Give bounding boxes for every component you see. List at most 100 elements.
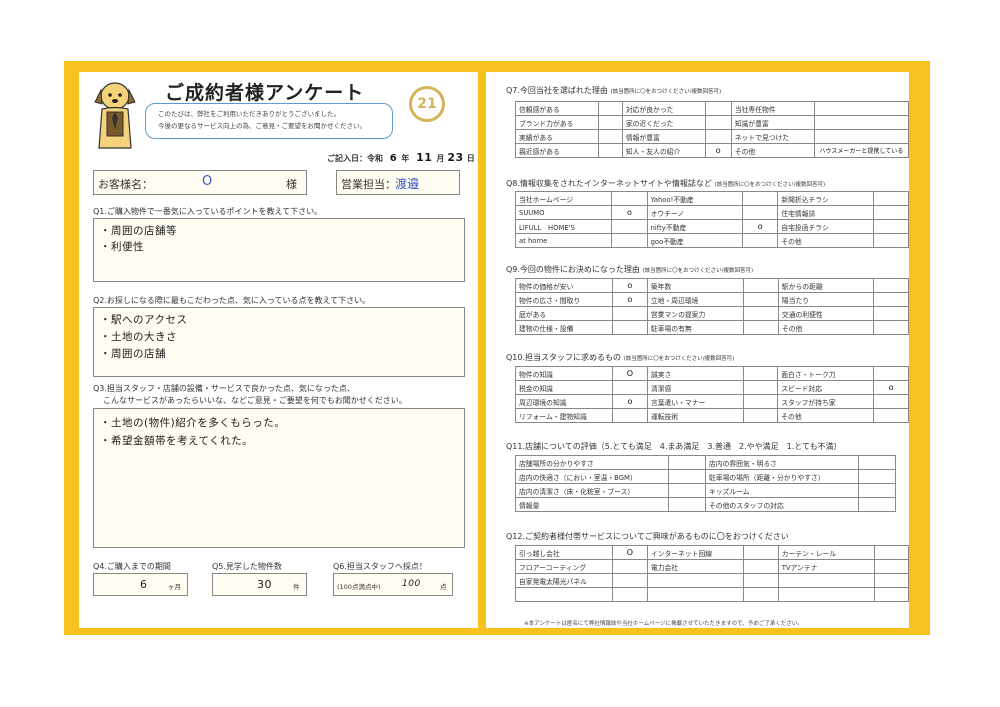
q9-option-mark[interactable]: o xyxy=(611,292,648,307)
q12-option-mark[interactable] xyxy=(743,545,779,560)
q8-option-mark[interactable] xyxy=(873,191,909,206)
q3-answer-box[interactable]: ・土地の(物件)紹介を多くもらった。 ・希望金額帯を考えてくれた。 xyxy=(93,408,465,548)
q7-option-label: ネットで見つけた xyxy=(730,129,815,144)
q5-value: 30 xyxy=(257,578,272,591)
q12-option-label: フロアーコーティング xyxy=(515,559,613,574)
q12-option-mark[interactable]: O xyxy=(611,545,648,560)
q7-option-mark[interactable] xyxy=(813,115,910,130)
q10-option-mark[interactable] xyxy=(873,394,909,409)
q9-option-mark[interactable] xyxy=(873,278,909,293)
q1-answer-box[interactable]: ・周囲の店舗等 ・利便性 xyxy=(93,218,465,282)
greeting-line-1: このたびは、弊社をご利用いただきありがとうございました。 xyxy=(158,110,340,118)
q11-option-mark[interactable] xyxy=(668,455,706,470)
q12-option-label: インターネット回線 xyxy=(646,545,745,560)
q10-option-mark[interactable] xyxy=(611,380,648,395)
q12-option-mark[interactable] xyxy=(611,559,648,574)
q2-question: Q2.お探しになる際に最もこだわった点、気に入っている点を教えて下さい。 xyxy=(93,296,371,305)
customer-name-field[interactable]: お客様名： O 様 xyxy=(93,170,307,195)
q8-option-mark[interactable] xyxy=(742,191,779,206)
q10-option-mark[interactable]: o xyxy=(873,380,909,395)
q9-option-mark[interactable] xyxy=(743,320,779,335)
greeting-line-2: 今後の更なるサービス向上の為、ご意見・ご要望をお聞かせください。 xyxy=(158,122,366,130)
q8-option-mark[interactable] xyxy=(611,233,648,248)
q12-option-label: 自家発電太陽光パネル xyxy=(515,573,613,588)
q11-option-mark[interactable] xyxy=(858,497,896,512)
q7-option-mark[interactable] xyxy=(597,115,623,130)
q8-option-mark[interactable] xyxy=(611,219,648,234)
q9-option-mark[interactable] xyxy=(743,306,779,321)
q12-option-mark[interactable] xyxy=(743,559,779,574)
q10-option-mark[interactable] xyxy=(873,366,909,381)
q11-option-label: 店内の雰囲気・明るさ xyxy=(705,455,859,470)
q10-option-mark[interactable]: o xyxy=(611,394,648,409)
q5-answer-box[interactable]: 30 件 xyxy=(212,573,307,596)
q9-option-mark[interactable] xyxy=(873,292,909,307)
q9-option-mark[interactable] xyxy=(743,292,779,307)
q10-option-label: 誠実さ xyxy=(646,366,744,381)
q6-answer-box[interactable]: (100点満点中) 100 点 xyxy=(333,573,453,596)
q9-option-label: 交通の利便性 xyxy=(777,306,875,321)
q9-option-mark[interactable] xyxy=(611,320,648,335)
q10-option-mark[interactable] xyxy=(873,408,909,423)
q9-option-mark[interactable]: o xyxy=(611,278,648,293)
q9-option-mark[interactable] xyxy=(743,278,779,293)
q8-option-mark[interactable] xyxy=(873,219,909,234)
q10-option-mark[interactable] xyxy=(611,408,648,423)
q8-option-mark[interactable]: o xyxy=(611,205,648,220)
q7-option-mark[interactable] xyxy=(813,101,910,116)
q10-option-mark[interactable] xyxy=(742,408,779,423)
q11-option-mark[interactable] xyxy=(858,455,896,470)
q12-option-mark[interactable] xyxy=(873,545,910,560)
q9-option-mark[interactable] xyxy=(611,306,648,321)
q7-option-mark[interactable] xyxy=(704,129,732,144)
q4-answer-box[interactable]: 6 ヶ月 xyxy=(93,573,188,596)
q12-row: フロアーコーティング 電力会社 TVアンテナ xyxy=(515,559,910,574)
staff-field[interactable]: 営業担当： 渡邉 xyxy=(336,170,460,195)
q10-question: Q10.担当スタッフに求めるもの (該当箇所に〇をおつけください/複数回答可) xyxy=(506,352,734,363)
q2-answer-box[interactable]: ・駅へのアクセス ・土地の大きさ ・周囲の店舗 xyxy=(93,307,465,377)
q8-option-label: SUUMO xyxy=(514,205,613,220)
q10-option-mark[interactable]: O xyxy=(611,366,648,381)
q9-option-mark[interactable] xyxy=(873,320,909,335)
q7-option-mark[interactable] xyxy=(813,129,910,144)
q7-option-mark[interactable] xyxy=(704,115,732,130)
q4-unit: ヶ月 xyxy=(168,583,181,591)
q12-option-mark[interactable] xyxy=(743,587,779,602)
q11-table: 店舗場所の分かりやすさ 店内の雰囲気・明るさ 店内の快適さ（におい・室温・BGM） 駐… xyxy=(515,455,896,512)
q7-option-mark[interactable]: o xyxy=(704,143,732,158)
q11-option-mark[interactable] xyxy=(668,483,706,498)
q10-option-mark[interactable] xyxy=(742,366,779,381)
q9-option-mark[interactable] xyxy=(873,306,909,321)
q10-option-mark[interactable] xyxy=(742,380,779,395)
q7-option-mark[interactable] xyxy=(704,101,732,116)
q6-value: 100 xyxy=(402,579,421,589)
q9-option-label: 庭がある xyxy=(515,306,613,321)
q7-option-mark[interactable] xyxy=(597,101,623,116)
q11-option-mark[interactable] xyxy=(858,483,896,498)
q12-option-mark[interactable] xyxy=(873,559,910,574)
q12-option-mark[interactable] xyxy=(743,573,779,588)
q8-option-mark[interactable] xyxy=(611,191,648,206)
q7-option-mark[interactable] xyxy=(597,129,623,144)
q7-option-mark[interactable] xyxy=(597,143,623,158)
q8-option-mark[interactable] xyxy=(742,205,779,220)
q12-option-mark[interactable] xyxy=(611,573,648,588)
q8-option-mark[interactable] xyxy=(742,233,779,248)
q10-option-mark[interactable] xyxy=(742,394,779,409)
q9-option-label: 駅からの距離 xyxy=(777,278,875,293)
q9-option-label: 物件の価格が安い xyxy=(515,278,613,293)
q12-option-mark[interactable] xyxy=(611,587,648,602)
q12-option-mark[interactable] xyxy=(873,573,910,588)
q12-option-mark[interactable] xyxy=(873,587,910,602)
q11-option-mark[interactable] xyxy=(858,469,896,484)
q8-option-mark[interactable]: o xyxy=(742,219,779,234)
q8-option-mark[interactable] xyxy=(873,205,909,220)
q8-option-mark[interactable] xyxy=(873,233,909,248)
customer-name-value: O xyxy=(202,174,213,189)
q7-option-label: その他 xyxy=(730,143,815,158)
q11-option-mark[interactable] xyxy=(668,497,706,512)
q7-option-mark[interactable]: ハウスメーカーと提携している xyxy=(813,143,910,158)
q11-option-label: 店内の快適さ（におい・室温・BGM） xyxy=(515,469,669,484)
survey-left-page: ご成約者様アンケート このたびは、弊社をご利用いただきありがとうございました。 … xyxy=(79,72,478,628)
q11-option-mark[interactable] xyxy=(668,469,706,484)
